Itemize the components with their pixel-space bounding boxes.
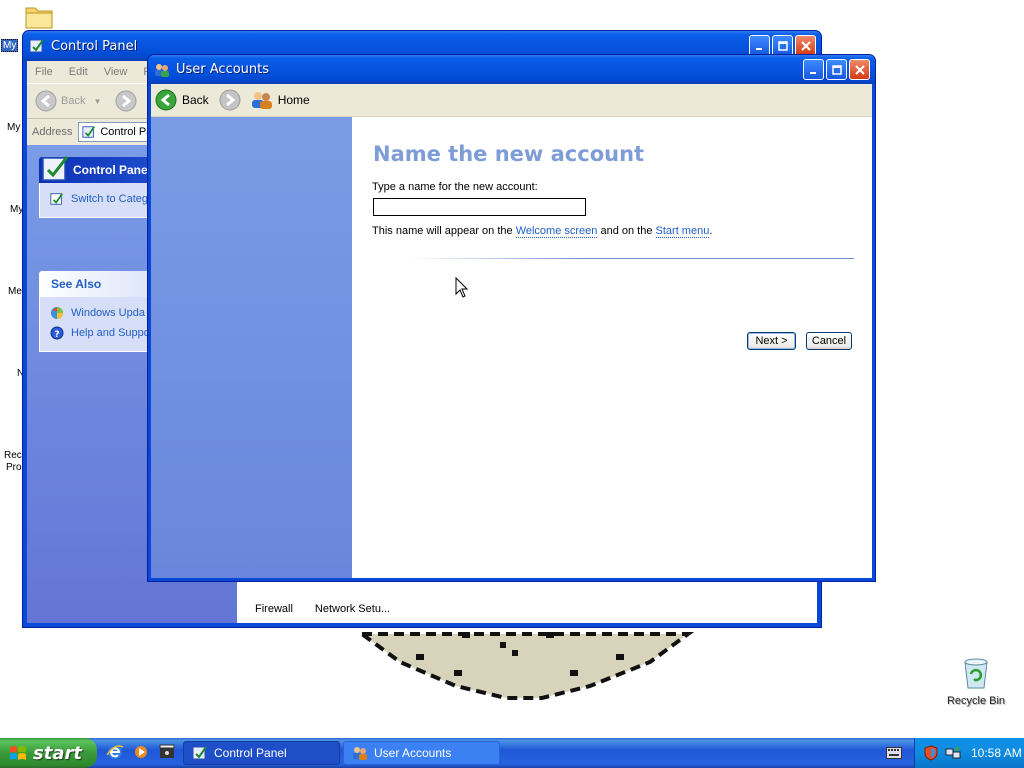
taskbar-item-user-accounts[interactable]: User Accounts bbox=[343, 741, 500, 765]
user-accounts-titlebar[interactable]: User Accounts bbox=[148, 55, 875, 84]
account-name-note: This name will appear on the Welcome scr… bbox=[372, 225, 713, 238]
taskbar-item-label: Control Panel bbox=[214, 746, 287, 760]
security-shield-icon[interactable] bbox=[923, 745, 939, 761]
user-accounts-content: Name the new account Type a name for the… bbox=[352, 117, 872, 578]
system-tray: 10:58 AM bbox=[914, 738, 1024, 768]
internet-explorer-icon[interactable] bbox=[106, 743, 124, 761]
recycle-bin-icon bbox=[964, 658, 988, 689]
home-label: Home bbox=[277, 93, 310, 107]
user-accounts-icon bbox=[353, 747, 367, 760]
windows-update-label: Windows Upda bbox=[71, 307, 145, 319]
page-title: Name the new account bbox=[373, 142, 645, 166]
control-panel-icon bbox=[192, 746, 207, 760]
minimize-button[interactable] bbox=[803, 59, 824, 80]
desktop-icon-label[interactable]: My bbox=[1, 39, 19, 52]
media-player-icon[interactable] bbox=[132, 743, 150, 761]
user-accounts-icon bbox=[154, 62, 170, 78]
back-label: Back bbox=[182, 93, 209, 107]
home-button[interactable]: Home bbox=[251, 90, 310, 110]
desktop-icon-label[interactable]: Rec bbox=[4, 450, 22, 461]
start-button[interactable]: start bbox=[0, 738, 97, 768]
taskbar-item-control-panel[interactable]: Control Panel bbox=[183, 741, 340, 765]
quick-launch bbox=[106, 743, 176, 761]
menu-file[interactable]: File bbox=[27, 66, 61, 78]
welcome-screen-link[interactable]: Welcome screen bbox=[515, 225, 598, 238]
keyboard-icon[interactable] bbox=[886, 747, 902, 759]
back-button[interactable]: Back ▼ bbox=[35, 90, 101, 112]
taskbar: start Control Panel User Accounts 10:58 … bbox=[0, 738, 1024, 768]
firewall-item[interactable]: Firewall bbox=[255, 603, 293, 615]
help-icon: ? bbox=[50, 326, 64, 340]
switch-view-label: Switch to Categ bbox=[71, 193, 149, 205]
cancel-button[interactable]: Cancel bbox=[806, 332, 852, 350]
account-name-input[interactable] bbox=[373, 198, 586, 216]
user-accounts-toolbar: Back Home bbox=[151, 84, 872, 117]
control-panel-icon bbox=[29, 38, 45, 54]
svg-text:?: ? bbox=[54, 330, 59, 340]
close-button[interactable] bbox=[849, 59, 870, 80]
address-label: Address bbox=[32, 126, 73, 138]
switch-view-icon bbox=[50, 193, 63, 205]
back-arrow-icon bbox=[35, 90, 57, 112]
start-label: start bbox=[33, 742, 82, 764]
control-panel-items: Firewall Network Setu... bbox=[255, 603, 390, 615]
windows-logo-icon bbox=[10, 746, 26, 760]
dropdown-arrow-icon[interactable]: ▼ bbox=[93, 97, 101, 106]
taskpane-title: Control Panel bbox=[73, 163, 152, 177]
window-title: Control Panel bbox=[51, 38, 138, 54]
control-panel-large-icon bbox=[42, 156, 69, 181]
clock[interactable]: 10:58 AM bbox=[971, 746, 1022, 760]
desktop-icon-label[interactable]: My bbox=[7, 122, 20, 133]
network-icon[interactable] bbox=[945, 745, 961, 761]
mouse-cursor-icon bbox=[455, 277, 469, 298]
note-text: and on the bbox=[597, 225, 656, 237]
control-panel-icon bbox=[82, 126, 96, 138]
back-label: Back bbox=[61, 95, 86, 107]
wallpaper-shape bbox=[356, 632, 695, 700]
movie-maker-icon[interactable] bbox=[158, 743, 176, 761]
folder-icon[interactable] bbox=[24, 2, 54, 30]
account-name-prompt: Type a name for the new account: bbox=[372, 181, 538, 193]
taskbar-item-label: User Accounts bbox=[374, 746, 452, 760]
note-text: . bbox=[709, 225, 713, 237]
network-setup-item[interactable]: Network Setu... bbox=[315, 603, 390, 615]
user-accounts-sidebar bbox=[151, 117, 352, 578]
user-accounts-window[interactable]: User Accounts Back Home Name the new acc… bbox=[147, 54, 876, 582]
desktop-icon-label[interactable]: Pro bbox=[6, 462, 22, 473]
back-arrow-icon bbox=[155, 89, 177, 111]
next-button[interactable]: Next > bbox=[747, 332, 796, 350]
recycle-bin[interactable]: Recycle Bin bbox=[944, 656, 1008, 707]
forward-arrow-icon bbox=[219, 89, 241, 111]
help-support-label: Help and Suppo bbox=[71, 327, 150, 339]
window-title: User Accounts bbox=[176, 62, 270, 77]
recycle-bin-label: Recycle Bin bbox=[946, 695, 1006, 707]
start-menu-link[interactable]: Start menu bbox=[655, 225, 710, 238]
back-button[interactable]: Back bbox=[155, 89, 209, 111]
minimize-button[interactable] bbox=[749, 35, 770, 56]
menu-view[interactable]: View bbox=[96, 66, 136, 78]
address-value: Control Pa bbox=[100, 126, 153, 138]
windows-update-icon bbox=[51, 307, 63, 319]
divider bbox=[408, 258, 854, 259]
home-users-icon bbox=[251, 92, 272, 109]
see-also-title: See Also bbox=[51, 277, 102, 291]
menu-edit[interactable]: Edit bbox=[61, 66, 96, 78]
maximize-button[interactable] bbox=[826, 59, 847, 80]
maximize-button[interactable] bbox=[772, 35, 793, 56]
forward-arrow-icon[interactable] bbox=[115, 90, 137, 112]
close-button[interactable] bbox=[795, 35, 816, 56]
note-text: This name will appear on the bbox=[372, 225, 516, 237]
desktop-icon-label[interactable]: Me bbox=[8, 286, 22, 297]
forward-button[interactable] bbox=[219, 89, 241, 111]
